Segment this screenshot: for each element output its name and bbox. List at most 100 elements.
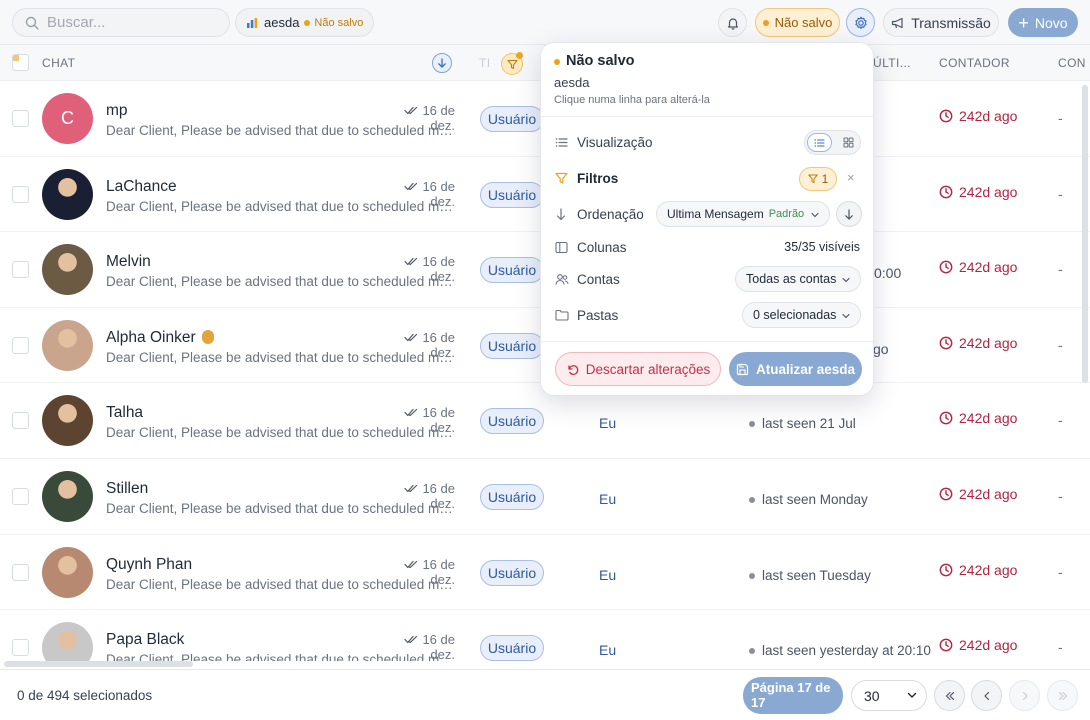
row-checkbox[interactable] <box>12 412 29 430</box>
user-type-badge[interactable]: Usuário <box>480 408 544 435</box>
active-filters-badge[interactable]: 1 <box>799 167 837 191</box>
popover-title: Não salvo <box>566 53 635 69</box>
counter-text: 242d ago <box>959 486 1018 502</box>
user-type-badge[interactable]: Usuário <box>480 332 544 359</box>
user-type-badge[interactable]: Usuário <box>480 181 544 208</box>
select-all-checkbox[interactable] <box>12 54 29 71</box>
update-view-button[interactable]: Atualizar aesda <box>729 352 862 386</box>
last-seen-cell: last seen Monday <box>749 492 868 507</box>
owner-cell[interactable]: Eu <box>599 567 616 583</box>
column-header-chat[interactable]: CHAT <box>42 56 75 70</box>
search-input[interactable] <box>47 14 217 31</box>
row-checkbox[interactable] <box>12 563 29 581</box>
last-page-button[interactable] <box>1047 680 1078 711</box>
table-row[interactable]: Quynh Phan 16 de dez. Dear Client, Please … <box>0 535 1090 611</box>
clock-icon <box>939 109 953 123</box>
view-settings-button[interactable] <box>846 8 875 37</box>
table-row[interactable]: Talha 16 de dez. Dear Client, Please be ad… <box>0 383 1090 459</box>
contact-cell: - <box>1058 185 1063 202</box>
column-header-last-seen[interactable]: ÚLTI... <box>873 56 911 70</box>
view-status: Não salvo <box>314 16 364 29</box>
filters-row[interactable]: Filtros 1 × <box>541 165 873 193</box>
clock-icon <box>939 563 953 576</box>
user-type-badge[interactable]: Usuário <box>480 257 544 284</box>
row-checkbox[interactable] <box>12 488 29 505</box>
sort-direction-button[interactable] <box>432 53 452 73</box>
message-preview: Dear Client, Please be advised that due … <box>106 576 456 592</box>
column-header-counter[interactable]: CONTADOR <box>939 56 1010 70</box>
arrow-down-icon <box>438 58 446 68</box>
grid-view-option[interactable] <box>837 133 859 152</box>
search-box[interactable] <box>12 8 230 37</box>
clear-filters-icon[interactable]: × <box>847 170 855 185</box>
avatar[interactable] <box>42 622 93 661</box>
popover-view-name: aesda <box>554 75 590 90</box>
new-label: Novo <box>1034 14 1068 31</box>
counter-text: 242d ago <box>959 259 1018 276</box>
next-page-button[interactable] <box>1009 680 1040 711</box>
list-view-option[interactable] <box>807 133 832 152</box>
avatar[interactable] <box>42 168 93 220</box>
avatar[interactable] <box>42 395 93 447</box>
column-filter-button[interactable] <box>501 52 523 75</box>
chat-name-text: Melvin <box>106 253 151 271</box>
owner-cell[interactable]: Eu <box>599 642 616 658</box>
horizontal-scrollbar[interactable] <box>4 661 193 667</box>
owner-cell[interactable]: Eu <box>599 491 616 507</box>
last-seen-cell: go <box>873 340 889 357</box>
message-preview: Dear Client, Please be advised that due … <box>106 652 456 661</box>
table-row[interactable]: Stillen 16 de dez. Dear Client, Please be … <box>0 459 1090 535</box>
broadcast-button[interactable]: Transmissão <box>883 8 999 37</box>
table-footer: 0 de 494 selecionados Página 17 de 17 30 <box>0 669 1090 720</box>
rows-per-page-value: 30 <box>864 687 880 704</box>
avatar[interactable] <box>42 244 93 296</box>
accounts-select[interactable]: Todas as contas <box>735 266 861 292</box>
unsaved-status-button[interactable]: Não salvo <box>755 8 840 37</box>
message-preview: Dear Client, Please be advised that due … <box>106 123 456 138</box>
undo-icon <box>568 364 579 375</box>
visualization-row[interactable]: Visualização <box>541 129 873 157</box>
ordering-direction-button[interactable] <box>836 201 862 227</box>
row-checkbox[interactable] <box>12 639 29 657</box>
row-checkbox[interactable] <box>12 110 29 127</box>
table-row[interactable]: Papa Black 16 de dez. Dear Client, Please … <box>0 610 1090 661</box>
row-checkbox[interactable] <box>12 336 29 354</box>
ordering-select[interactable]: Ultima Mensagem Padrão <box>656 201 830 227</box>
visualization-toggle[interactable] <box>804 130 861 155</box>
discard-changes-button[interactable]: Descartar alterações <box>555 352 721 386</box>
owner-cell[interactable]: Eu <box>599 415 616 431</box>
notifications-button[interactable] <box>718 8 747 37</box>
avatar[interactable]: C <box>42 93 93 144</box>
counter-cell: 242d ago <box>939 486 1017 502</box>
first-page-button[interactable] <box>934 680 965 711</box>
column-header-contact[interactable]: CON <box>1058 56 1086 70</box>
avatar[interactable] <box>42 319 93 371</box>
gear-icon <box>854 16 867 29</box>
row-checkbox[interactable] <box>12 185 29 203</box>
user-type-badge[interactable]: Usuário <box>480 106 544 132</box>
columns-row[interactable]: Colunas 35/35 visíveis <box>541 234 873 262</box>
filter-icon <box>555 172 568 184</box>
row-checkbox[interactable] <box>12 261 29 279</box>
avatar[interactable] <box>42 546 93 598</box>
column-header-type[interactable]: TI <box>479 56 490 70</box>
user-type-badge[interactable]: Usuário <box>480 484 544 510</box>
chat-name-text: LaChance <box>106 177 177 195</box>
contact-cell: - <box>1058 488 1063 504</box>
new-button[interactable]: + Novo <box>1008 8 1078 37</box>
chat-name: Alpha Oinker <box>106 329 214 347</box>
avatar[interactable] <box>42 471 93 522</box>
counter-cell: 242d ago <box>939 335 1017 351</box>
view-selector[interactable]: aesda Não salvo <box>235 8 374 37</box>
previous-page-button[interactable] <box>971 680 1002 711</box>
chat-name: Stillen <box>106 480 148 498</box>
chat-name-text: Talha <box>106 404 144 422</box>
clock-icon <box>939 336 953 350</box>
rows-per-page-select[interactable]: 30 <box>851 680 927 711</box>
folders-select[interactable]: 0 selecionadas <box>742 302 861 328</box>
user-type-badge[interactable]: Usuário <box>480 559 544 586</box>
columns-visible-count: 35/35 visíveis <box>784 240 860 254</box>
chat-name: Quynh Phan <box>106 556 192 574</box>
user-type-badge[interactable]: Usuário <box>480 635 544 661</box>
vertical-scrollbar[interactable] <box>1082 85 1088 383</box>
